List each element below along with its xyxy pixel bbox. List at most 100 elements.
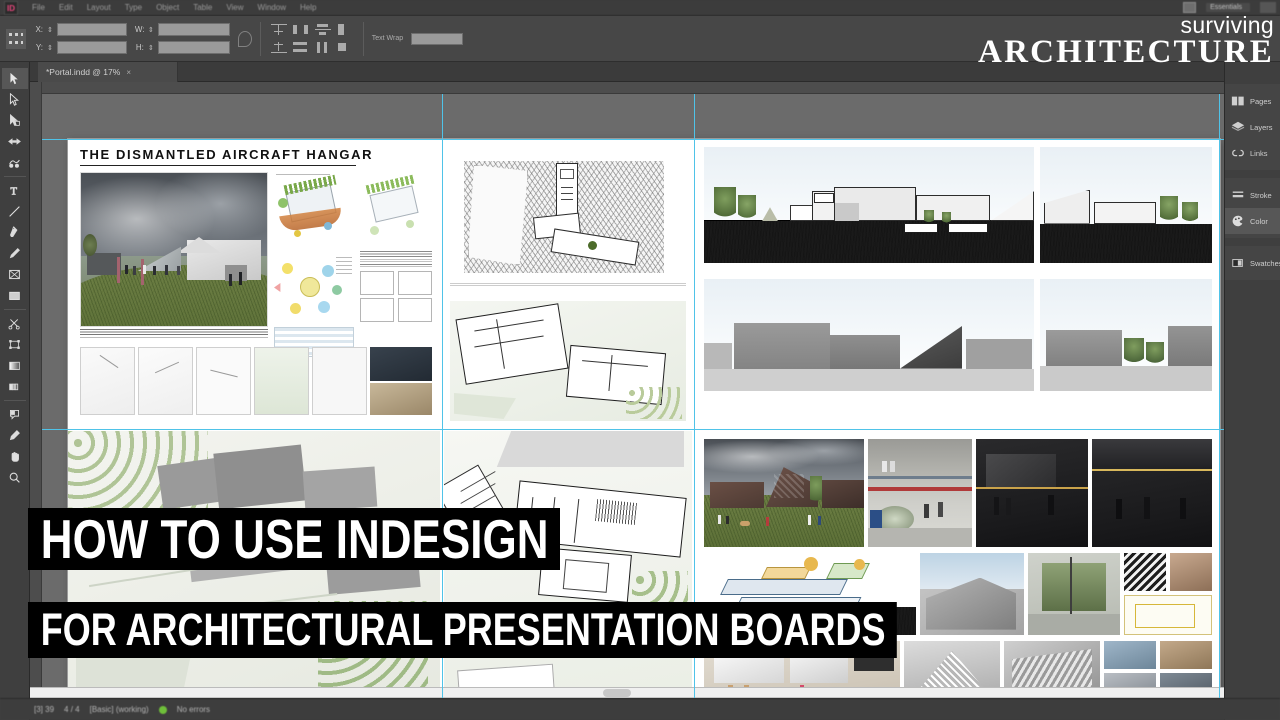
menu-file[interactable]: File xyxy=(32,3,45,12)
dock-group-appearance: Stroke Color xyxy=(1225,178,1280,238)
sheet-board-3[interactable]: SECTION AA SECTION BB xyxy=(696,139,1220,427)
concrete-detail-photo xyxy=(920,553,1024,635)
horizontal-ruler[interactable] xyxy=(30,82,1224,94)
panel-tab-pages[interactable]: Pages xyxy=(1225,88,1280,114)
menu-layout[interactable]: Layout xyxy=(87,3,111,12)
site-plan-drawing: EXHIBITION xyxy=(450,153,686,281)
sheet-board-1[interactable]: THE DISMANTLED AIRCRAFT HANGAR xyxy=(68,139,440,427)
close-icon[interactable]: × xyxy=(126,68,131,77)
size-fields: W: ⇕ H: ⇕ xyxy=(135,23,230,54)
content-collector-tool[interactable] xyxy=(2,152,28,173)
layers-icon xyxy=(1231,120,1245,134)
menu-help[interactable]: Help xyxy=(300,3,316,12)
render-exterior-approach xyxy=(704,439,864,547)
selection-tool[interactable] xyxy=(2,68,28,89)
site-analysis-diagram-1 xyxy=(274,172,354,246)
page-nav-display[interactable]: 4 / 4 xyxy=(64,705,80,714)
note-tool[interactable] xyxy=(2,404,28,425)
panel-tab-swatches[interactable]: Swatches xyxy=(1225,250,1280,276)
horizontal-scrollbar[interactable] xyxy=(30,687,1224,698)
text-wrap-label: Text Wrap xyxy=(372,35,403,42)
menu-view[interactable]: View xyxy=(226,3,243,12)
direct-selection-tool[interactable] xyxy=(2,89,28,110)
document-tab[interactable]: *Portal.indd @ 17% × xyxy=(38,62,178,82)
h-stepper[interactable]: ⇕ xyxy=(148,44,154,52)
align-bottom-icon[interactable] xyxy=(269,40,289,56)
align-buttons xyxy=(269,22,355,56)
align-top-icon[interactable] xyxy=(269,22,289,38)
indesign-window: ID File Edit Layout Type Object Table Vi… xyxy=(0,0,1280,720)
section-label-aa: SECTION AA xyxy=(704,265,715,267)
preflight-profile[interactable]: [Basic] (working) xyxy=(90,705,149,714)
x-stepper[interactable]: ⇕ xyxy=(47,26,53,34)
indesign-logo: ID xyxy=(4,1,18,15)
page-tool[interactable] xyxy=(2,110,28,131)
panel-label-layers: Layers xyxy=(1250,123,1273,132)
reference-point-proxy[interactable] xyxy=(6,29,26,49)
groundfloor-label: GROUND FLOOR PLAN xyxy=(450,293,469,295)
workspace-switcher[interactable]: Essentials xyxy=(1206,3,1250,12)
h-field-row: H: ⇕ xyxy=(135,41,230,54)
align-center-icon[interactable] xyxy=(313,22,333,38)
gradient-swatch-tool[interactable] xyxy=(2,355,28,376)
scrollbar-thumb[interactable] xyxy=(603,689,631,697)
frame-tool[interactable] xyxy=(2,264,28,285)
rectangle-tool[interactable] xyxy=(2,285,28,306)
panel-label-color: Color xyxy=(1250,217,1268,226)
gap-tool[interactable] xyxy=(2,131,28,152)
elevation-drawing-02 xyxy=(1040,279,1212,391)
gradient-feather-tool[interactable] xyxy=(2,376,28,397)
interior-thumb-1 xyxy=(1104,641,1156,669)
y-stepper[interactable]: ⇕ xyxy=(47,44,53,52)
scissors-tool[interactable] xyxy=(2,313,28,334)
channel-watermark: surviving ARCHITECTURE xyxy=(978,14,1274,68)
video-title-line-2: FOR ARCHITECTURAL PRESENTATION BOARDS xyxy=(28,602,897,658)
eyedropper-tool[interactable] xyxy=(2,425,28,446)
pencil-tool[interactable] xyxy=(2,243,28,264)
free-transform-tool[interactable] xyxy=(2,334,28,355)
w-input[interactable] xyxy=(158,23,230,36)
menu-window[interactable]: Window xyxy=(258,3,286,12)
tools-panel: T xyxy=(0,62,30,720)
flip-horizontal-icon[interactable] xyxy=(313,40,333,56)
menu-table[interactable]: Table xyxy=(193,3,212,12)
w-stepper[interactable]: ⇕ xyxy=(148,26,154,34)
hero-render-image xyxy=(80,172,268,327)
menu-type[interactable]: Type xyxy=(125,3,142,12)
section-drawing-aa xyxy=(704,147,1034,263)
panel-tab-stroke[interactable]: Stroke xyxy=(1225,182,1280,208)
distribute-vertical-icon[interactable] xyxy=(291,40,311,56)
sheet-board-2[interactable]: SITE PLAN 1:500 EXHIBIT xyxy=(444,139,692,427)
type-tool[interactable]: T xyxy=(2,180,28,201)
frame-fitting-icon[interactable] xyxy=(335,40,355,56)
document-tab-title: *Portal.indd @ 17% xyxy=(46,67,120,77)
preflight-label: No errors xyxy=(177,705,210,714)
menu-edit[interactable]: Edit xyxy=(59,3,73,12)
panel-tab-layers[interactable]: Layers xyxy=(1225,114,1280,140)
control-separator xyxy=(260,22,261,56)
panel-label-stroke: Stroke xyxy=(1250,191,1272,200)
h-input[interactable] xyxy=(158,41,230,54)
control-separator-2 xyxy=(363,22,364,56)
rotate-icon[interactable] xyxy=(238,31,252,47)
panel-tab-color[interactable]: Color xyxy=(1225,208,1280,234)
y-input[interactable] xyxy=(57,41,127,54)
panel-tab-links[interactable]: Links xyxy=(1225,140,1280,166)
watermark-line-1: surviving xyxy=(978,14,1274,36)
ground-floor-plan xyxy=(450,301,686,421)
distribute-horizontal-icon[interactable] xyxy=(291,22,311,38)
analysis-label-3: PROGRAMME xyxy=(274,323,286,325)
interior-thumb-2 xyxy=(1160,641,1212,669)
siteplan-label: SITE PLAN 1:500 xyxy=(450,145,464,147)
x-input[interactable] xyxy=(57,23,127,36)
text-wrap-icon[interactable] xyxy=(335,22,355,38)
opacity-input[interactable] xyxy=(411,33,463,45)
panel-label-pages: Pages xyxy=(1250,97,1271,106)
x-label: X: xyxy=(34,25,43,34)
precedent-thumb-1 xyxy=(1124,553,1166,591)
hand-tool[interactable] xyxy=(2,446,28,467)
line-tool[interactable] xyxy=(2,201,28,222)
menu-object[interactable]: Object xyxy=(156,3,179,12)
zoom-tool[interactable] xyxy=(2,467,28,488)
pen-tool[interactable] xyxy=(2,222,28,243)
